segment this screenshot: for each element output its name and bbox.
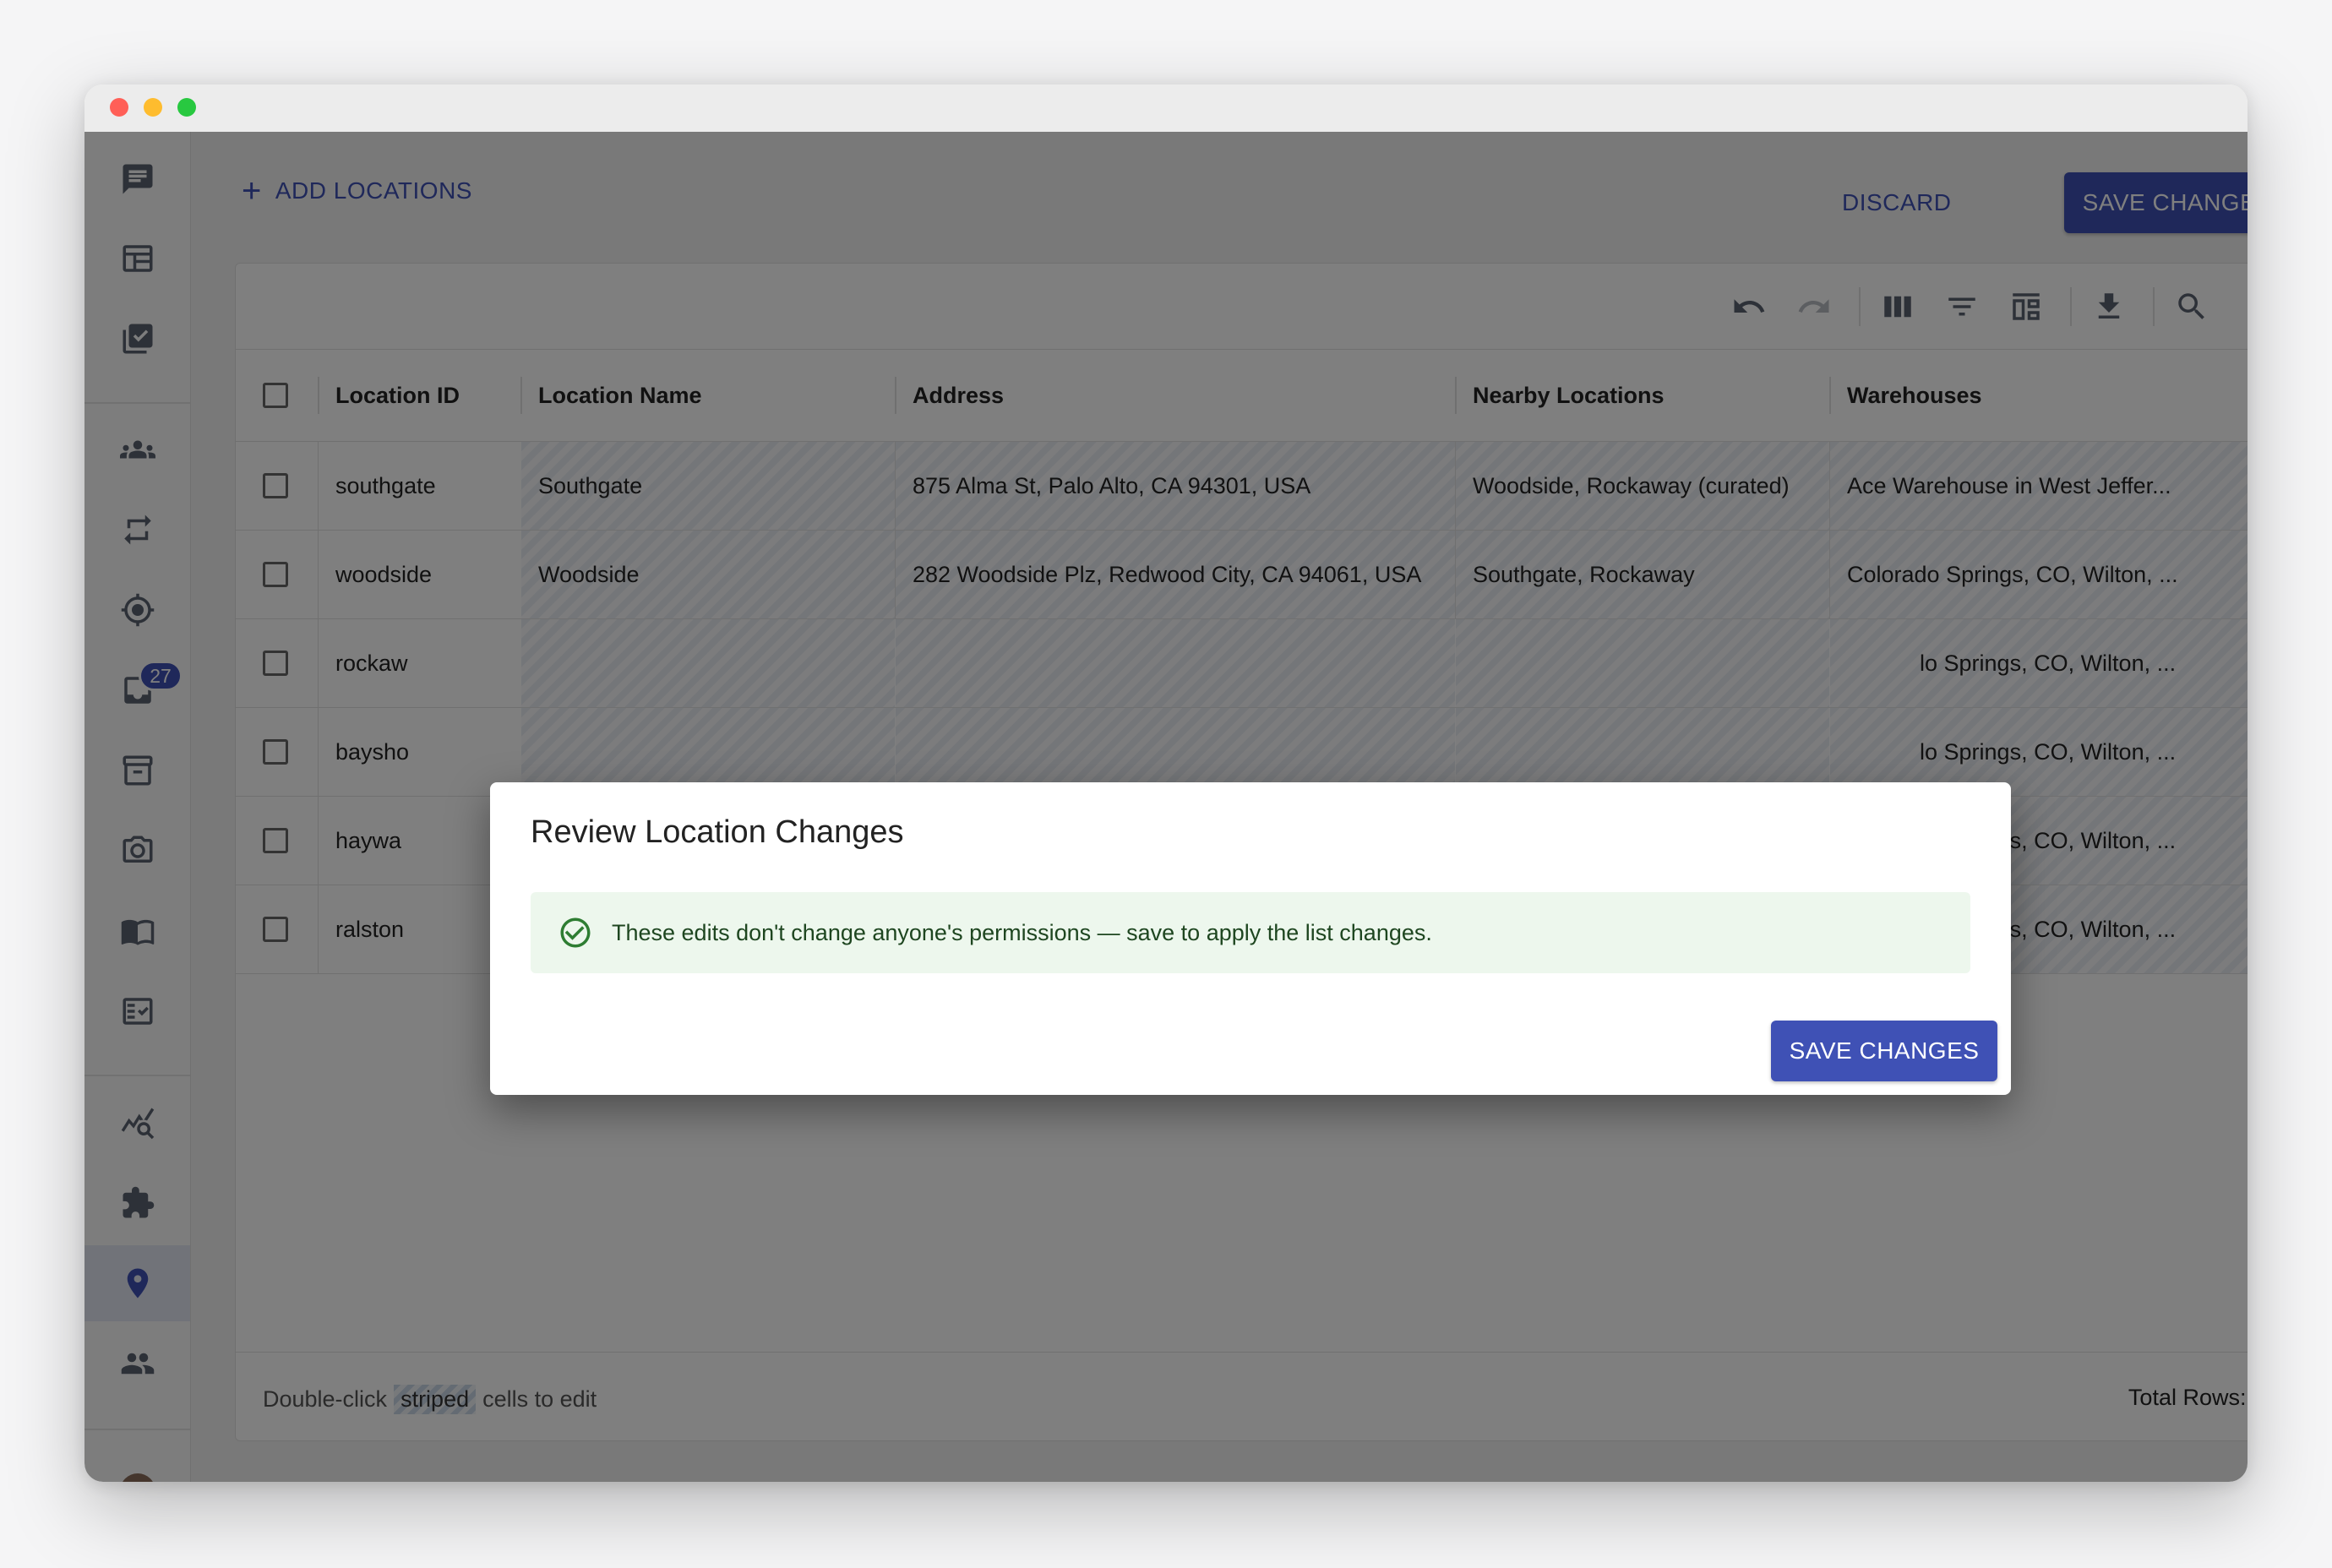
dialog-title: Review Location Changes <box>531 814 904 850</box>
success-alert: These edits don't change anyone's permis… <box>531 892 1970 973</box>
zoom-window-button[interactable] <box>177 98 196 117</box>
app-window: 27 <box>84 84 2248 1482</box>
check-circle-icon <box>560 917 591 948</box>
minimize-window-button[interactable] <box>144 98 162 117</box>
alert-message: These edits don't change anyone's permis… <box>612 919 1432 945</box>
close-window-button[interactable] <box>110 98 128 117</box>
dialog-save-changes-button[interactable]: SAVE CHANGES <box>1771 1021 1997 1081</box>
app-content: 27 <box>84 132 2248 1482</box>
review-changes-dialog: Review Location Changes These edits don'… <box>490 782 2011 1095</box>
title-bar <box>84 84 2248 133</box>
